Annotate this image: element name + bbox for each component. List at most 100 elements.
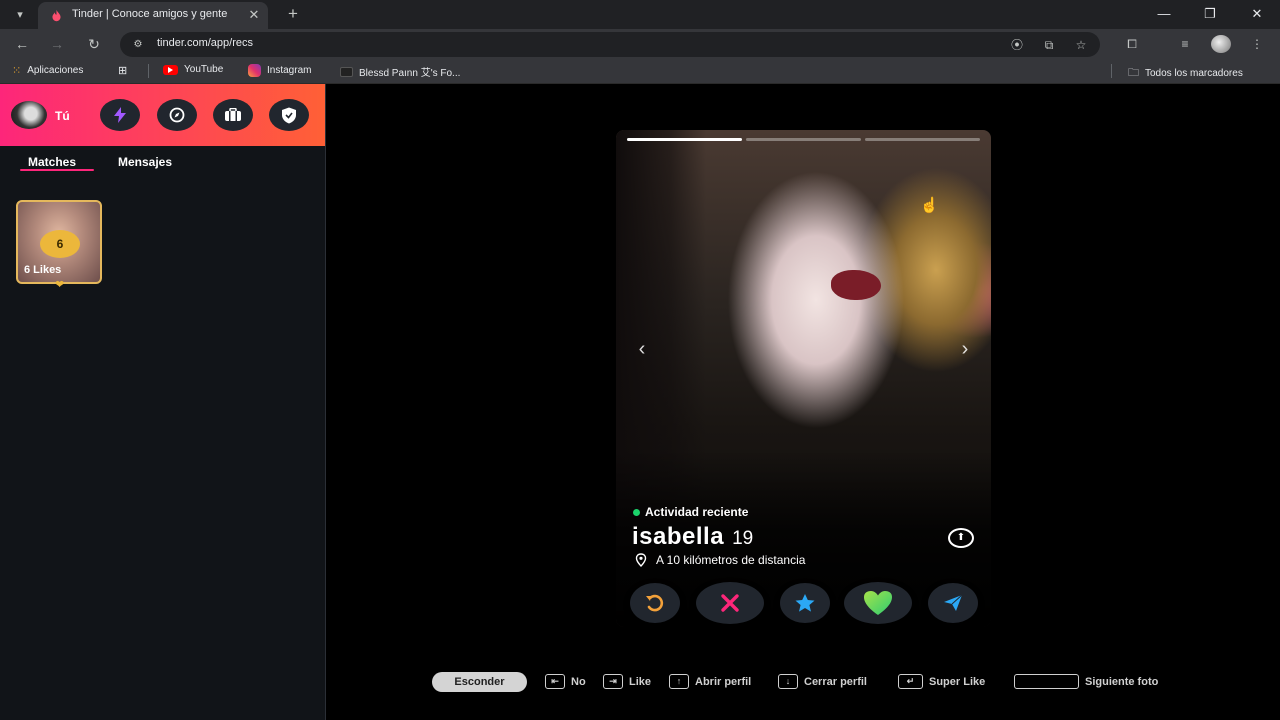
enter-key-icon: ↵ bbox=[898, 674, 923, 689]
browser-menu-icon[interactable]: ⋮ bbox=[1247, 35, 1267, 53]
folder-icon: 🗀 bbox=[1128, 67, 1139, 79]
browser-tab-bar: ▾ Tinder | Conoce amigos y gente ✕ + — ❐… bbox=[0, 0, 1280, 29]
paper-plane-icon bbox=[944, 594, 963, 611]
heart-icon bbox=[864, 591, 892, 615]
minimize-button[interactable]: — bbox=[1152, 4, 1176, 24]
youtube-icon bbox=[163, 64, 178, 75]
site-info-icon[interactable]: ⚙ bbox=[130, 37, 146, 53]
hint-close-profile: ↓ Cerrar perfil bbox=[778, 674, 867, 689]
sidebar-header: Tú bbox=[0, 84, 325, 146]
user-avatar[interactable] bbox=[11, 101, 47, 129]
hide-shortcuts-button[interactable]: Esconder bbox=[432, 672, 527, 692]
down-arrow-key-icon: ↓ bbox=[778, 674, 798, 689]
recent-activity: Actividad reciente bbox=[633, 505, 748, 519]
hint-like: ⇥ Like bbox=[603, 674, 651, 689]
likes-you-card[interactable]: 6 6 Likes bbox=[16, 200, 102, 284]
bookmark-separator bbox=[1111, 64, 1112, 78]
new-tab-button[interactable]: + bbox=[283, 4, 303, 24]
music-thumbnail-icon bbox=[340, 66, 353, 77]
up-arrow-key-icon: ↑ bbox=[669, 674, 689, 689]
close-window-button[interactable]: ✕ bbox=[1245, 4, 1269, 24]
photo-progress-bar bbox=[627, 138, 742, 141]
bookmark-grid[interactable]: ⊞ bbox=[118, 64, 127, 77]
location-icon[interactable]: ⦿ bbox=[1008, 36, 1026, 54]
nope-button[interactable] bbox=[696, 582, 764, 624]
browser-toolbar: ← → ↻ ⚙ tinder.com/app/recs ⦿ ⧉ ☆ ⧠ ≡ ⋮ bbox=[0, 29, 1280, 59]
bookmark-star-icon[interactable]: ☆ bbox=[1072, 36, 1090, 54]
super-like-button[interactable] bbox=[780, 583, 830, 623]
right-arrow-key-icon: ⇥ bbox=[603, 674, 623, 689]
bookmark-youtube[interactable]: YouTube bbox=[163, 64, 223, 75]
url-text: tinder.com/app/recs bbox=[157, 37, 253, 49]
name-row: isabella 19 bbox=[632, 523, 753, 551]
likes-count-badge: 6 bbox=[40, 230, 80, 258]
card-action-bar bbox=[616, 581, 991, 627]
hint-no: ⇤ No bbox=[545, 674, 586, 689]
boost-button[interactable] bbox=[100, 99, 140, 131]
bookmark-all-folder[interactable]: 🗀 Todos los marcadores bbox=[1128, 64, 1243, 83]
user-profile-label[interactable]: Tú bbox=[55, 109, 70, 123]
profile-photo-detail bbox=[831, 270, 881, 300]
recs-area: ‹ › ☝ Actividad reciente isabella 19 ⬆ A… bbox=[327, 84, 1280, 720]
bookmark-blessd[interactable]: Blessd Paınn 艾's Fo... bbox=[340, 64, 460, 79]
sidebar-tabs: Matches Mensajes bbox=[0, 146, 325, 176]
bookmarks-bar: ⁙ Aplicaciones ⊞ YouTube Instagram Bless… bbox=[0, 59, 1280, 84]
tab-close-icon[interactable]: ✕ bbox=[246, 7, 262, 23]
tab-matches[interactable]: Matches bbox=[28, 155, 76, 169]
bookmark-apps[interactable]: ⁙ Aplicaciones bbox=[12, 64, 83, 77]
restore-button[interactable]: ❐ bbox=[1198, 4, 1222, 24]
photo-progress-bar bbox=[865, 138, 980, 141]
distance-text: A 10 kilómetros de distancia bbox=[656, 553, 806, 567]
rewind-button[interactable] bbox=[630, 583, 680, 623]
grid-icon: ⊞ bbox=[118, 65, 128, 77]
forward-button[interactable]: → bbox=[46, 34, 68, 54]
profile-card[interactable]: ‹ › ☝ Actividad reciente isabella 19 ⬆ A… bbox=[616, 130, 991, 627]
photo-progress-bar bbox=[746, 138, 861, 141]
gold-heart-icon: ❤ bbox=[55, 279, 65, 291]
x-icon bbox=[721, 594, 739, 612]
hint-open-profile: ↑ Abrir perfil bbox=[669, 674, 751, 689]
safety-button[interactable] bbox=[269, 99, 309, 131]
browser-profile-avatar[interactable] bbox=[1211, 35, 1231, 53]
back-button[interactable]: ← bbox=[11, 34, 33, 54]
left-arrow-key-icon: ⇤ bbox=[545, 674, 565, 689]
star-icon bbox=[795, 594, 815, 612]
previous-photo-icon[interactable]: ‹ bbox=[630, 337, 654, 361]
browser-tab-tinder[interactable]: Tinder | Conoce amigos y gente ✕ bbox=[38, 2, 268, 29]
active-tab-indicator bbox=[20, 169, 94, 171]
apps-grid-icon: ⁙ bbox=[12, 65, 22, 77]
keyboard-shortcuts-bar: Esconder ⇤ No ⇥ Like ↑ Abrir perfil ↓ Ce… bbox=[327, 668, 1280, 698]
compass-icon bbox=[169, 107, 185, 123]
shield-icon bbox=[282, 107, 296, 123]
next-photo-icon[interactable]: › bbox=[953, 337, 977, 361]
briefcase-icon bbox=[225, 108, 241, 121]
bookmark-separator bbox=[148, 64, 149, 78]
instagram-icon bbox=[248, 64, 261, 77]
extensions-icon[interactable]: ⧠ bbox=[1122, 35, 1142, 53]
explore-button[interactable] bbox=[157, 99, 197, 131]
tab-search-button[interactable]: ▾ bbox=[10, 5, 30, 25]
online-dot-icon bbox=[633, 508, 640, 516]
open-profile-icon[interactable]: ⬆ bbox=[948, 528, 974, 548]
tab-messages[interactable]: Mensajes bbox=[118, 155, 172, 169]
tinder-flame-icon bbox=[52, 9, 61, 22]
location-pin-icon bbox=[635, 553, 647, 567]
profile-name: isabella bbox=[632, 523, 725, 550]
hint-super-like: ↵ Super Like bbox=[898, 674, 985, 689]
tinder-sidebar: Tú Matches Mensajes 6 6 Likes ❤ bbox=[0, 84, 326, 720]
distance-row: A 10 kilómetros de distancia bbox=[634, 553, 805, 567]
address-bar[interactable]: ⚙ tinder.com/app/recs ⦿ ⧉ ☆ bbox=[120, 32, 1100, 57]
tab-title: Tinder | Conoce amigos y gente bbox=[72, 8, 228, 20]
work-button[interactable] bbox=[213, 99, 253, 131]
like-button[interactable] bbox=[844, 582, 912, 624]
boost-send-button[interactable] bbox=[928, 583, 978, 623]
hint-next-photo: Siguiente foto bbox=[1014, 674, 1158, 689]
bookmark-instagram[interactable]: Instagram bbox=[248, 64, 311, 77]
lightning-icon bbox=[114, 107, 126, 123]
reload-button[interactable]: ↻ bbox=[83, 34, 105, 54]
space-key-icon bbox=[1014, 674, 1079, 689]
activity-text: Actividad reciente bbox=[645, 505, 749, 519]
cast-icon[interactable]: ⧉ bbox=[1040, 36, 1058, 54]
media-control-icon[interactable]: ≡ bbox=[1175, 35, 1195, 53]
profile-age: 19 bbox=[732, 528, 754, 549]
